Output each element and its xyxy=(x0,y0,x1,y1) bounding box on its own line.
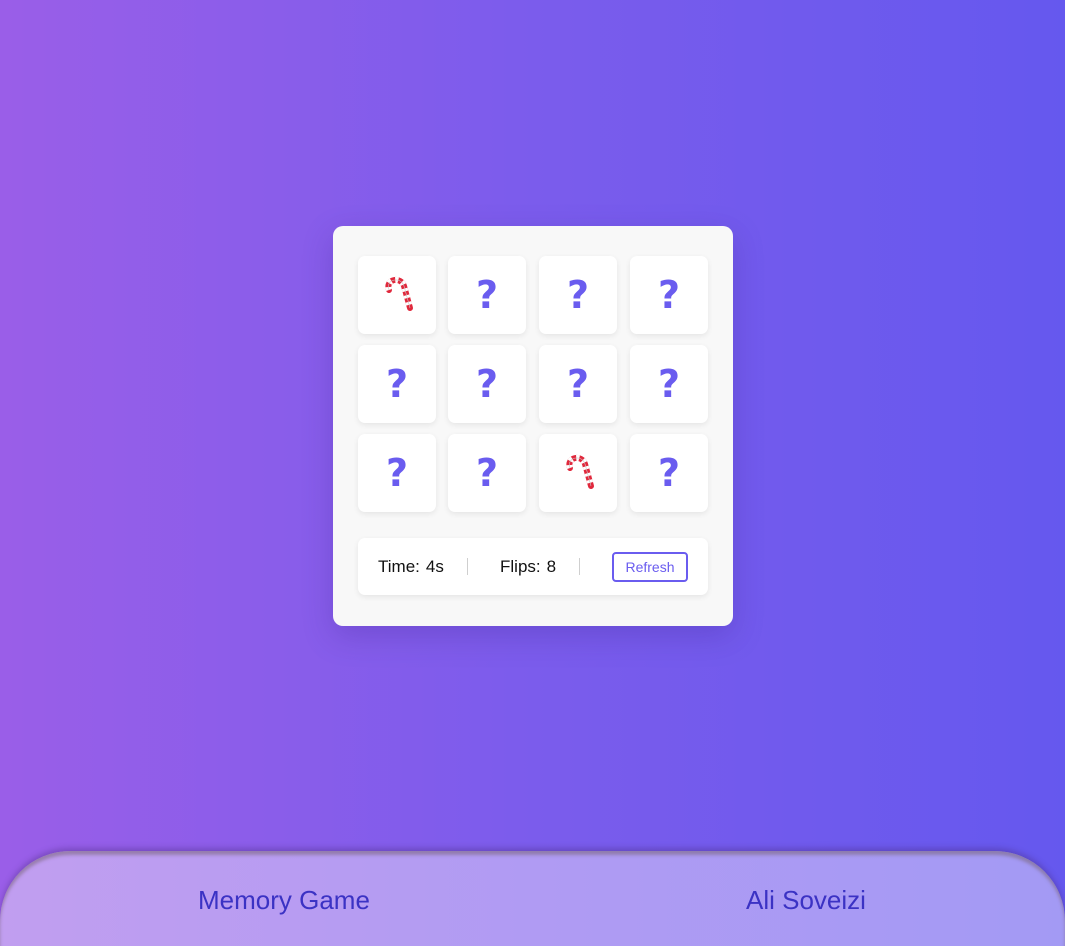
time-value: 4s xyxy=(425,557,444,576)
card-2[interactable]: ? xyxy=(448,256,526,334)
question-mark-icon: ? xyxy=(385,451,409,495)
question-mark-icon: ? xyxy=(385,362,409,406)
flips-value: 8 xyxy=(546,557,557,576)
card-4[interactable]: ? xyxy=(630,256,708,334)
candy-cane-icon xyxy=(377,275,417,315)
question-mark-icon: ? xyxy=(475,273,499,317)
game-details-bar: Time: 4s Flips: 8 Refresh xyxy=(358,538,708,595)
divider xyxy=(467,558,468,575)
card-8[interactable]: ? xyxy=(630,345,708,423)
flips-stat: Flips: 8 xyxy=(500,557,556,577)
card-5[interactable]: ? xyxy=(358,345,436,423)
question-mark-icon: ? xyxy=(566,273,590,317)
card-9[interactable]: ? xyxy=(358,434,436,512)
footer: Memory Game Ali Soveizi xyxy=(0,851,1065,946)
card-12[interactable]: ? xyxy=(630,434,708,512)
game-board: ? ? ? ? ? ? ? ? ? ? Time: 4s Flips: 8 Refr… xyxy=(333,226,733,626)
footer-game-title: Memory Game xyxy=(198,885,370,915)
flips-label: Flips: xyxy=(500,557,541,576)
card-3[interactable]: ? xyxy=(539,256,617,334)
time-label: Time: xyxy=(378,557,420,576)
question-mark-icon: ? xyxy=(475,451,499,495)
card-11[interactable] xyxy=(539,434,617,512)
card-6[interactable]: ? xyxy=(448,345,526,423)
card-7[interactable]: ? xyxy=(539,345,617,423)
footer-author: Ali Soveizi xyxy=(746,885,866,915)
divider xyxy=(579,558,580,575)
card-1[interactable] xyxy=(358,256,436,334)
card-10[interactable]: ? xyxy=(448,434,526,512)
question-mark-icon: ? xyxy=(566,362,590,406)
question-mark-icon: ? xyxy=(475,362,499,406)
refresh-button[interactable]: Refresh xyxy=(612,552,688,582)
question-mark-icon: ? xyxy=(657,451,681,495)
question-mark-icon: ? xyxy=(657,273,681,317)
candy-cane-icon xyxy=(558,453,598,493)
question-mark-icon: ? xyxy=(657,362,681,406)
time-stat: Time: 4s xyxy=(378,557,444,577)
